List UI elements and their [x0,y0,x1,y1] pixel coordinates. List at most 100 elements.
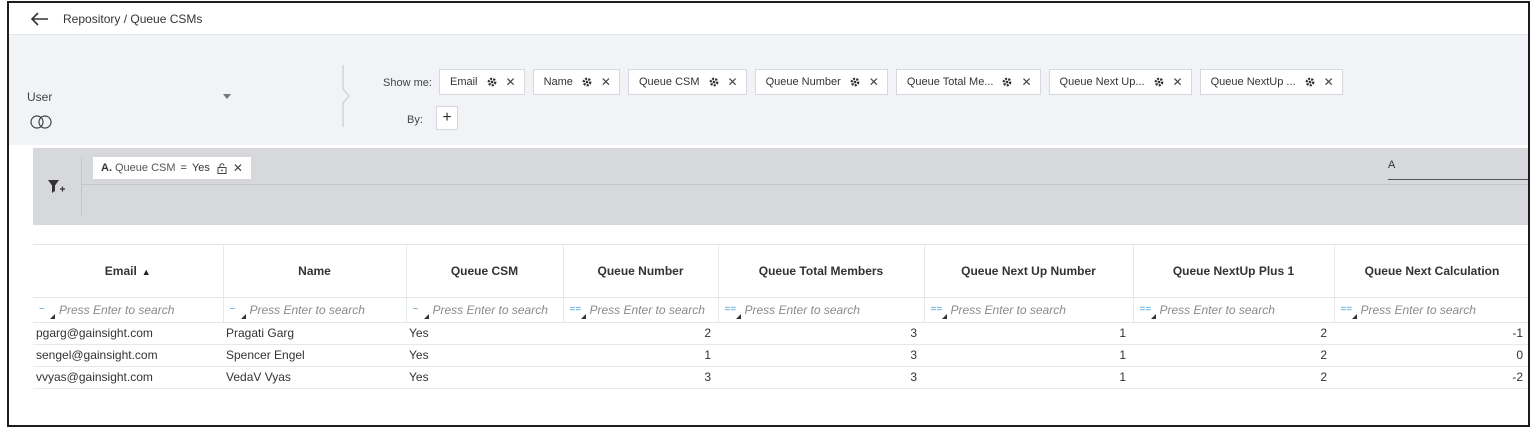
column-header-queue-total-members[interactable]: Queue Total Members [718,245,925,298]
search-input-queue-total-members[interactable] [738,302,918,317]
column-search-queue-total-members: == [718,297,925,323]
resize-corner-icon [580,313,586,319]
column-header-queue-next-calculation[interactable]: Queue Next Calculation [1334,245,1528,298]
show-field-chip-email[interactable]: Email ✕ [439,69,525,95]
filter-value: Yes [191,162,210,174]
cell-name: Spencer Engel [223,344,406,367]
cell-name: Pragati Garg [223,322,406,345]
resize-corner-icon [50,313,55,319]
show-me-fields: Email ✕ Name ✕ Queue CSM ✕ Queue Number … [439,69,1351,95]
chip-label: Queue Next Up... [1059,76,1145,88]
cell-queue-total-members: 3 [718,322,924,345]
search-input-name[interactable] [243,302,400,317]
search-input-queue-nextup-plus-1[interactable] [1153,302,1328,317]
table-row[interactable]: sengel@gainsight.com Spencer Engel Yes 1… [33,344,1528,367]
column-search-queue-next-up-number: == [924,297,1134,323]
gear-icon[interactable] [1153,76,1165,88]
close-icon[interactable]: ✕ [1173,75,1183,89]
search-input-queue-csm[interactable] [426,302,557,317]
close-icon[interactable]: ✕ [506,75,516,89]
show-field-chip-queue-csm[interactable]: Queue CSM ✕ [627,69,747,95]
show-field-chip-queue-total-members[interactable]: Queue Total Me... ✕ [895,69,1041,95]
cell-queue-number: 3 [563,366,718,389]
column-header-queue-csm[interactable]: Queue CSM [406,245,564,298]
add-group-by-button[interactable]: + [436,106,458,130]
column-header-queue-next-up-number[interactable]: Queue Next Up Number [924,245,1134,298]
table-row[interactable]: vvyas@gainsight.com VedaV Vyas Yes 3 3 1… [33,366,1528,389]
resize-corner-icon [735,313,741,319]
close-icon[interactable]: ✕ [869,75,879,89]
chip-label: Queue NextUp ... [1210,76,1296,88]
source-object-value: User [27,90,53,104]
cell-queue-nextup-plus-1: 2 [1133,344,1334,367]
search-input-queue-next-up-number[interactable] [944,302,1127,317]
cell-email: vvyas@gainsight.com [33,366,223,389]
show-field-chip-queue-next-up[interactable]: Queue Next Up... ✕ [1048,69,1192,95]
sort-ascending-icon[interactable]: ▲ [142,267,151,277]
show-me-label: Show me: [383,77,432,89]
section-divider-arrow [342,65,350,127]
back-arrow-icon[interactable] [31,11,51,26]
search-input-queue-next-calculation[interactable] [1354,302,1524,317]
cell-queue-next-calculation: 0 [1334,344,1528,367]
show-field-chip-queue-number[interactable]: Queue Number ✕ [754,69,888,95]
group-by-label: By: [407,114,423,126]
cell-email: pgarg@gainsight.com [33,322,223,345]
show-field-chip-queue-nextup-plus[interactable]: Queue NextUp ... ✕ [1199,69,1343,95]
cell-queue-next-calculation: -2 [1334,366,1528,389]
lock-icon[interactable] [217,162,227,174]
breadcrumb[interactable]: Repository / Queue CSMs [63,12,202,26]
column-header-queue-number[interactable]: Queue Number [563,245,719,298]
gear-icon[interactable] [1001,76,1013,88]
filter-operator: = [180,162,187,174]
show-field-chip-name[interactable]: Name ✕ [532,69,620,95]
close-icon[interactable]: ✕ [601,75,611,89]
gear-icon[interactable] [849,76,861,88]
cell-queue-csm: Yes [406,344,563,367]
resize-corner-icon [240,313,246,319]
close-icon[interactable]: ✕ [1021,75,1031,89]
venn-join-icon[interactable] [29,115,55,129]
cell-queue-csm: Yes [406,366,563,389]
column-header-queue-nextup-plus-1[interactable]: Queue NextUp Plus 1 [1133,245,1335,298]
cell-queue-next-up-number: 1 [924,322,1133,345]
column-search-queue-number: == [563,297,719,323]
gear-icon[interactable] [486,76,498,88]
page-header: Repository / Queue CSMs [9,3,1528,35]
cell-name: VedaV Vyas [223,366,406,389]
cell-queue-nextup-plus-1: 2 [1133,366,1334,389]
chip-label: Email [450,76,478,88]
cell-queue-next-calculation: -1 [1334,322,1528,345]
cell-queue-number: 2 [563,322,718,345]
chip-label: Queue Total Me... [906,76,994,88]
search-input-email[interactable] [53,302,217,317]
results-table: Email ▲ Name Queue CSM Queue Number Queue… [33,245,1528,389]
add-filter-icon[interactable] [47,179,65,195]
close-icon[interactable]: ✕ [728,75,738,89]
results-grid: Email ▲ Name Queue CSM Queue Number Queue… [33,244,1528,425]
filter-separator [81,158,82,216]
close-icon[interactable]: ✕ [1324,75,1334,89]
advanced-logic-input[interactable]: A [1388,159,1528,180]
close-icon[interactable]: ✕ [233,161,243,175]
chip-label: Name [543,76,573,88]
filter-divider [81,184,1528,185]
filter-letter: A. [101,162,112,174]
search-input-queue-number[interactable] [583,302,712,317]
gear-icon[interactable] [708,76,720,88]
cell-queue-csm: Yes [406,322,563,345]
column-header-email[interactable]: Email ▲ [33,245,224,298]
source-object-dropdown[interactable]: User [27,90,237,104]
report-config-panel: User Show me: Email ✕ Name ✕ Queue CSM ✕… [9,35,1528,145]
filter-chip-a[interactable]: A. Queue CSM = Yes ✕ [93,157,251,179]
table-row[interactable]: pgarg@gainsight.com Pragati Garg Yes 2 3… [33,322,1528,345]
chip-label: Queue CSM [638,76,700,88]
filter-field: Queue CSM [115,162,176,174]
cell-queue-total-members: 3 [718,344,924,367]
gear-icon[interactable] [1304,76,1316,88]
gear-icon[interactable] [581,76,593,88]
cell-queue-total-members: 3 [718,366,924,389]
header-row: Email ▲ Name Queue CSM Queue Number Queue… [33,245,1528,298]
resize-corner-icon [423,313,429,319]
column-header-name[interactable]: Name [223,245,407,298]
